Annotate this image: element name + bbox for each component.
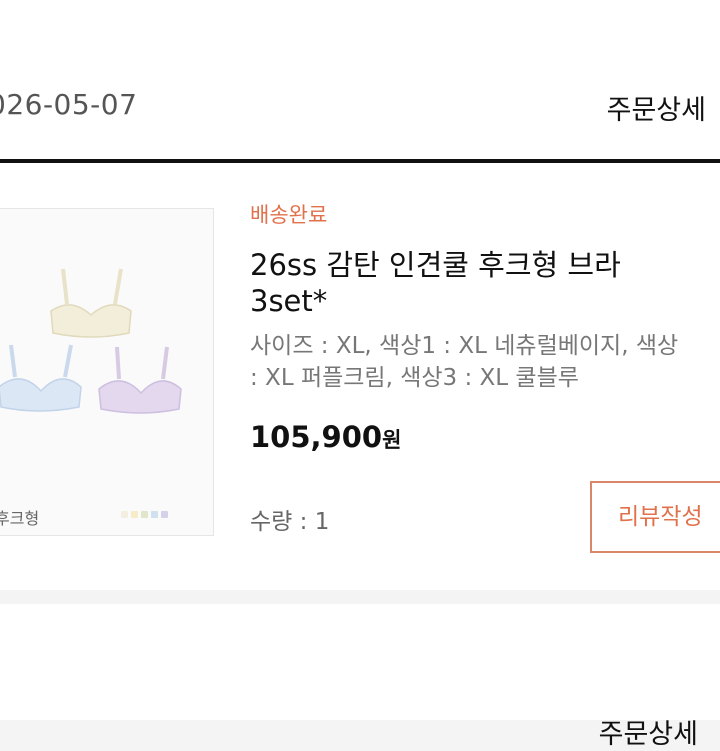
order-header: 026-05-07 주문상세 xyxy=(0,68,720,148)
blue-bra-image xyxy=(0,344,82,412)
quantity-label: 수량 : 1 xyxy=(250,509,330,535)
product-title-line1: 26ss 감탄 인견쿨 후크형 브라 xyxy=(250,248,621,282)
purple-bra-image xyxy=(98,346,182,414)
bra-set-illustration xyxy=(0,268,182,414)
price-unit: 원 xyxy=(382,428,402,452)
product-options: 사이즈 : XL, 색상1 : XL 네츄럴베이지, 색상 : XL 퍼플크림,… xyxy=(250,330,720,394)
order-detail-link[interactable]: 주문상세 xyxy=(607,88,706,127)
beige-bra-image xyxy=(50,268,132,338)
swatch-1 xyxy=(121,511,128,518)
order-date: 026-05-07 xyxy=(0,88,138,121)
product-price: 105,900원 xyxy=(250,420,401,454)
price-value: 105,900 xyxy=(250,420,383,454)
thumbnail-caption: 후크형 xyxy=(0,509,40,528)
next-order-card: 주문상세 xyxy=(0,604,720,750)
options-line1: 사이즈 : XL, 색상1 : XL 네츄럴베이지, 색상 xyxy=(250,333,679,359)
swatch-2 xyxy=(131,511,138,518)
product-title[interactable]: 26ss 감탄 인견쿨 후크형 브라 3set* xyxy=(250,247,720,319)
product-title-line2: 3set* xyxy=(250,284,328,318)
write-review-button[interactable]: 리뷰작성 xyxy=(590,481,720,553)
swatch-3 xyxy=(141,511,148,518)
delivery-status: 배송완료 xyxy=(250,203,328,227)
swatch-5 xyxy=(161,511,168,518)
color-swatches xyxy=(121,511,168,518)
next-order-detail-link[interactable]: 주문상세 xyxy=(599,712,698,751)
options-line2: : XL 퍼플크림, 색상3 : XL 쿨블루 xyxy=(250,365,579,391)
header-divider xyxy=(0,159,720,163)
swatch-4 xyxy=(151,511,158,518)
product-thumbnail[interactable]: 후크형 xyxy=(0,208,214,536)
order-card: 026-05-07 주문상세 후크형 xyxy=(0,0,720,590)
